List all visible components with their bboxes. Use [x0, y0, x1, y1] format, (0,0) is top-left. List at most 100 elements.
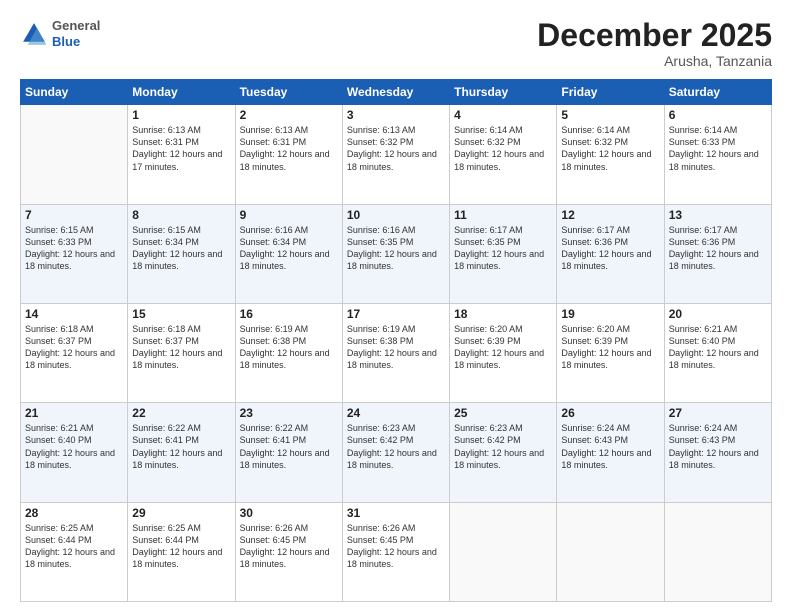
day-number: 12	[561, 208, 659, 222]
table-row: 26 Sunrise: 6:24 AM Sunset: 6:43 PM Dayli…	[557, 403, 664, 502]
day-info: Sunrise: 6:15 AM Sunset: 6:33 PM Dayligh…	[25, 224, 123, 273]
day-number: 17	[347, 307, 445, 321]
day-number: 24	[347, 406, 445, 420]
logo-blue-text: Blue	[52, 34, 80, 49]
day-number: 13	[669, 208, 767, 222]
day-number: 23	[240, 406, 338, 420]
day-info: Sunrise: 6:21 AM Sunset: 6:40 PM Dayligh…	[25, 422, 123, 471]
day-number: 9	[240, 208, 338, 222]
col-wednesday: Wednesday	[342, 80, 449, 105]
day-info: Sunrise: 6:20 AM Sunset: 6:39 PM Dayligh…	[561, 323, 659, 372]
col-tuesday: Tuesday	[235, 80, 342, 105]
day-number: 30	[240, 506, 338, 520]
day-number: 21	[25, 406, 123, 420]
day-number: 18	[454, 307, 552, 321]
day-number: 5	[561, 108, 659, 122]
table-row: 12 Sunrise: 6:17 AM Sunset: 6:36 PM Dayli…	[557, 204, 664, 303]
logo: General Blue	[20, 18, 100, 49]
day-number: 19	[561, 307, 659, 321]
day-info: Sunrise: 6:20 AM Sunset: 6:39 PM Dayligh…	[454, 323, 552, 372]
table-row: 5 Sunrise: 6:14 AM Sunset: 6:32 PM Daylig…	[557, 105, 664, 204]
col-thursday: Thursday	[450, 80, 557, 105]
table-row: 20 Sunrise: 6:21 AM Sunset: 6:40 PM Dayli…	[664, 303, 771, 402]
table-row: 15Sunrise: 6:18 AM Sunset: 6:37 PM Dayli…	[128, 303, 235, 402]
day-info: Sunrise: 6:26 AM Sunset: 6:45 PM Dayligh…	[347, 522, 445, 571]
day-number: 22	[132, 406, 230, 420]
table-row: 27 Sunrise: 6:24 AM Sunset: 6:43 PM Dayli…	[664, 403, 771, 502]
day-info: Sunrise: 6:17 AM Sunset: 6:36 PM Dayligh…	[669, 224, 767, 273]
day-info: Sunrise: 6:19 AM Sunset: 6:38 PM Dayligh…	[347, 323, 445, 372]
day-info: Sunrise: 6:13 AM Sunset: 6:31 PM Dayligh…	[132, 124, 230, 173]
day-number: 31	[347, 506, 445, 520]
day-info: Sunrise: 6:24 AM Sunset: 6:43 PM Dayligh…	[669, 422, 767, 471]
day-info: Sunrise: 6:14 AM Sunset: 6:33 PM Dayligh…	[669, 124, 767, 173]
day-info: Sunrise: 6:18 AM Sunset: 6:37 PM Dayligh…	[25, 323, 123, 372]
calendar-week-row: 14 Sunrise: 6:18 AM Sunset: 6:37 PM Dayli…	[21, 303, 772, 402]
table-row: 1Sunrise: 6:13 AM Sunset: 6:31 PM Daylig…	[128, 105, 235, 204]
day-number: 3	[347, 108, 445, 122]
table-row: 6 Sunrise: 6:14 AM Sunset: 6:33 PM Daylig…	[664, 105, 771, 204]
table-row: 9Sunrise: 6:16 AM Sunset: 6:34 PM Daylig…	[235, 204, 342, 303]
table-row: 7 Sunrise: 6:15 AM Sunset: 6:33 PM Daylig…	[21, 204, 128, 303]
col-friday: Friday	[557, 80, 664, 105]
table-row: 28Sunrise: 6:25 AM Sunset: 6:44 PM Dayli…	[21, 502, 128, 601]
table-row: 2 Sunrise: 6:13 AM Sunset: 6:31 PM Daylig…	[235, 105, 342, 204]
day-number: 8	[132, 208, 230, 222]
calendar-week-row: 28Sunrise: 6:25 AM Sunset: 6:44 PM Dayli…	[21, 502, 772, 601]
calendar-week-row: 21 Sunrise: 6:21 AM Sunset: 6:40 PM Dayli…	[21, 403, 772, 502]
day-info: Sunrise: 6:22 AM Sunset: 6:41 PM Dayligh…	[132, 422, 230, 471]
day-number: 20	[669, 307, 767, 321]
day-number: 2	[240, 108, 338, 122]
calendar-table: Sunday Monday Tuesday Wednesday Thursday…	[20, 79, 772, 602]
table-row: 3 Sunrise: 6:13 AM Sunset: 6:32 PM Daylig…	[342, 105, 449, 204]
table-row	[664, 502, 771, 601]
day-info: Sunrise: 6:23 AM Sunset: 6:42 PM Dayligh…	[454, 422, 552, 471]
title-area: December 2025 Arusha, Tanzania	[537, 18, 772, 69]
location: Arusha, Tanzania	[537, 53, 772, 69]
table-row: 16 Sunrise: 6:19 AM Sunset: 6:38 PM Dayli…	[235, 303, 342, 402]
logo-icon	[20, 20, 48, 48]
table-row: 22 Sunrise: 6:22 AM Sunset: 6:41 PM Dayli…	[128, 403, 235, 502]
day-number: 26	[561, 406, 659, 420]
header: General Blue December 2025 Arusha, Tanza…	[20, 18, 772, 69]
day-info: Sunrise: 6:17 AM Sunset: 6:35 PM Dayligh…	[454, 224, 552, 273]
day-info: Sunrise: 6:21 AM Sunset: 6:40 PM Dayligh…	[669, 323, 767, 372]
day-info: Sunrise: 6:22 AM Sunset: 6:41 PM Dayligh…	[240, 422, 338, 471]
table-row: 29Sunrise: 6:25 AM Sunset: 6:44 PM Dayli…	[128, 502, 235, 601]
day-number: 6	[669, 108, 767, 122]
day-number: 11	[454, 208, 552, 222]
day-info: Sunrise: 6:14 AM Sunset: 6:32 PM Dayligh…	[561, 124, 659, 173]
day-number: 14	[25, 307, 123, 321]
table-row: 19 Sunrise: 6:20 AM Sunset: 6:39 PM Dayli…	[557, 303, 664, 402]
day-number: 10	[347, 208, 445, 222]
page: General Blue December 2025 Arusha, Tanza…	[0, 0, 792, 612]
day-number: 15	[132, 307, 230, 321]
table-row: 17 Sunrise: 6:19 AM Sunset: 6:38 PM Dayli…	[342, 303, 449, 402]
table-row: 4Sunrise: 6:14 AM Sunset: 6:32 PM Daylig…	[450, 105, 557, 204]
table-row: 11 Sunrise: 6:17 AM Sunset: 6:35 PM Dayli…	[450, 204, 557, 303]
col-sunday: Sunday	[21, 80, 128, 105]
day-info: Sunrise: 6:13 AM Sunset: 6:32 PM Dayligh…	[347, 124, 445, 173]
table-row: 10 Sunrise: 6:16 AM Sunset: 6:35 PM Dayli…	[342, 204, 449, 303]
day-number: 16	[240, 307, 338, 321]
day-info: Sunrise: 6:26 AM Sunset: 6:45 PM Dayligh…	[240, 522, 338, 571]
day-number: 7	[25, 208, 123, 222]
table-row: 18 Sunrise: 6:20 AM Sunset: 6:39 PM Dayli…	[450, 303, 557, 402]
table-row: 24Sunrise: 6:23 AM Sunset: 6:42 PM Dayli…	[342, 403, 449, 502]
day-number: 27	[669, 406, 767, 420]
day-info: Sunrise: 6:19 AM Sunset: 6:38 PM Dayligh…	[240, 323, 338, 372]
table-row: 30 Sunrise: 6:26 AM Sunset: 6:45 PM Dayli…	[235, 502, 342, 601]
logo-general-text: General	[52, 18, 100, 33]
month-title: December 2025	[537, 18, 772, 53]
day-number: 29	[132, 506, 230, 520]
day-info: Sunrise: 6:13 AM Sunset: 6:31 PM Dayligh…	[240, 124, 338, 173]
table-row	[557, 502, 664, 601]
table-row	[21, 105, 128, 204]
day-info: Sunrise: 6:14 AM Sunset: 6:32 PM Dayligh…	[454, 124, 552, 173]
calendar-week-row: 7 Sunrise: 6:15 AM Sunset: 6:33 PM Daylig…	[21, 204, 772, 303]
logo-text: General Blue	[52, 18, 100, 49]
day-info: Sunrise: 6:17 AM Sunset: 6:36 PM Dayligh…	[561, 224, 659, 273]
day-info: Sunrise: 6:16 AM Sunset: 6:35 PM Dayligh…	[347, 224, 445, 273]
day-info: Sunrise: 6:24 AM Sunset: 6:43 PM Dayligh…	[561, 422, 659, 471]
col-saturday: Saturday	[664, 80, 771, 105]
